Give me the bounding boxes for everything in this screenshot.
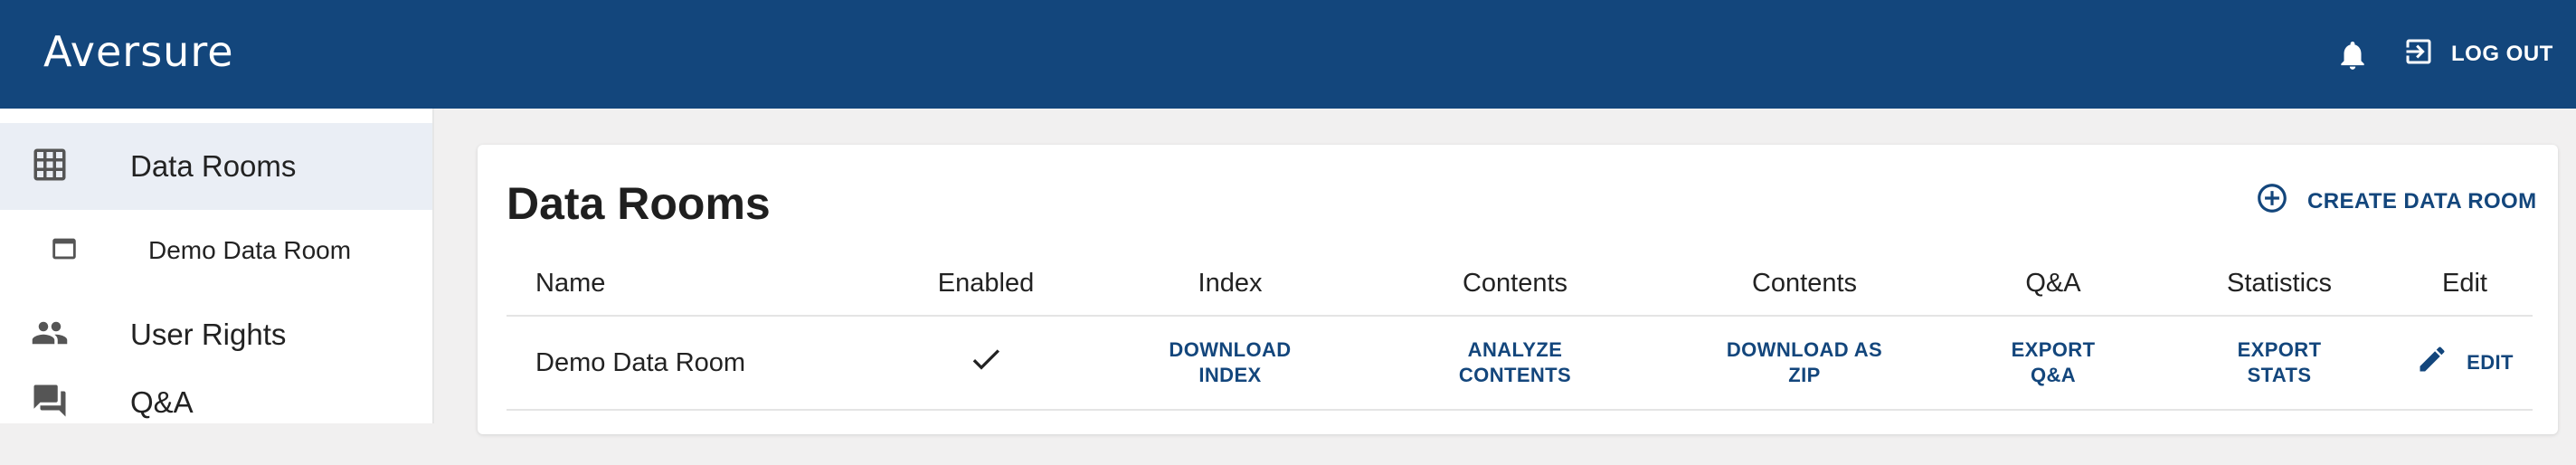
chat-icon (31, 382, 69, 424)
page-title: Data Rooms (507, 178, 771, 229)
column-header-index[interactable]: Index (1094, 251, 1366, 317)
people-icon (31, 314, 69, 356)
create-data-room-button[interactable]: CREATE DATA ROOM (2255, 181, 2537, 222)
edit-button[interactable]: EDIT (2416, 343, 2514, 382)
add-circle-icon (2255, 181, 2289, 222)
create-data-room-label: CREATE DATA ROOM (2307, 188, 2537, 214)
column-header-qa[interactable]: Q&A (1945, 251, 2162, 317)
room-name: Demo Data Room (507, 316, 877, 411)
grid-icon (31, 146, 69, 188)
sidebar-item-data-rooms[interactable]: Data Rooms (0, 123, 432, 210)
download-index-link[interactable]: DOWNLOAD INDEX (1169, 337, 1291, 388)
column-header-edit[interactable]: Edit (2397, 251, 2533, 317)
table-header-row: Name Enabled Index Contents Contents Q&A… (507, 251, 2533, 317)
sidebar-item-label: User Rights (130, 318, 287, 351)
column-header-contents-zip[interactable]: Contents (1664, 251, 1945, 317)
sidebar-item-user-rights[interactable]: User Rights (0, 291, 432, 378)
enabled-check-icon (877, 316, 1094, 411)
table-row: Demo Data Room DOWNLOAD INDEX ANALYZE CONT… (507, 316, 2533, 411)
sidebar-item-label: Q&A (130, 385, 194, 419)
window-icon (49, 233, 80, 269)
column-header-contents[interactable]: Contents (1366, 251, 1664, 317)
pencil-icon (2416, 343, 2448, 382)
sidebar-item-label: Demo Data Room (148, 236, 352, 264)
data-rooms-table: Name Enabled Index Contents Contents Q&A… (507, 251, 2533, 411)
logout-label: LOG OUT (2451, 42, 2553, 66)
export-qa-link[interactable]: EXPORT Q&A (2012, 337, 2096, 388)
brand-logo[interactable]: Aversure (43, 27, 234, 76)
app-bar: Aversure LOG OUT (0, 0, 2576, 109)
sidebar-item-demo-data-room[interactable]: Demo Data Room (0, 210, 432, 291)
logout-button[interactable]: LOG OUT (2402, 36, 2553, 72)
edit-label: EDIT (2467, 350, 2514, 374)
download-as-zip-link[interactable]: DOWNLOAD AS ZIP (1727, 337, 1882, 388)
column-header-enabled[interactable]: Enabled (877, 251, 1094, 317)
logout-icon (2402, 35, 2435, 74)
bell-icon[interactable] (2335, 38, 2370, 72)
data-rooms-card: Data Rooms CREATE DATA ROOM Name Enabled… (478, 145, 2558, 434)
sidebar-item-qa[interactable]: Q&A (0, 378, 432, 465)
analyze-contents-link[interactable]: ANALYZE CONTENTS (1459, 337, 1571, 388)
sidebar: Data Rooms Demo Data Room User Rights Q&… (0, 109, 434, 423)
export-stats-link[interactable]: EXPORT STATS (2238, 337, 2322, 388)
column-header-name[interactable]: Name (507, 251, 877, 317)
column-header-statistics[interactable]: Statistics (2162, 251, 2397, 317)
sidebar-item-label: Data Rooms (130, 149, 297, 183)
